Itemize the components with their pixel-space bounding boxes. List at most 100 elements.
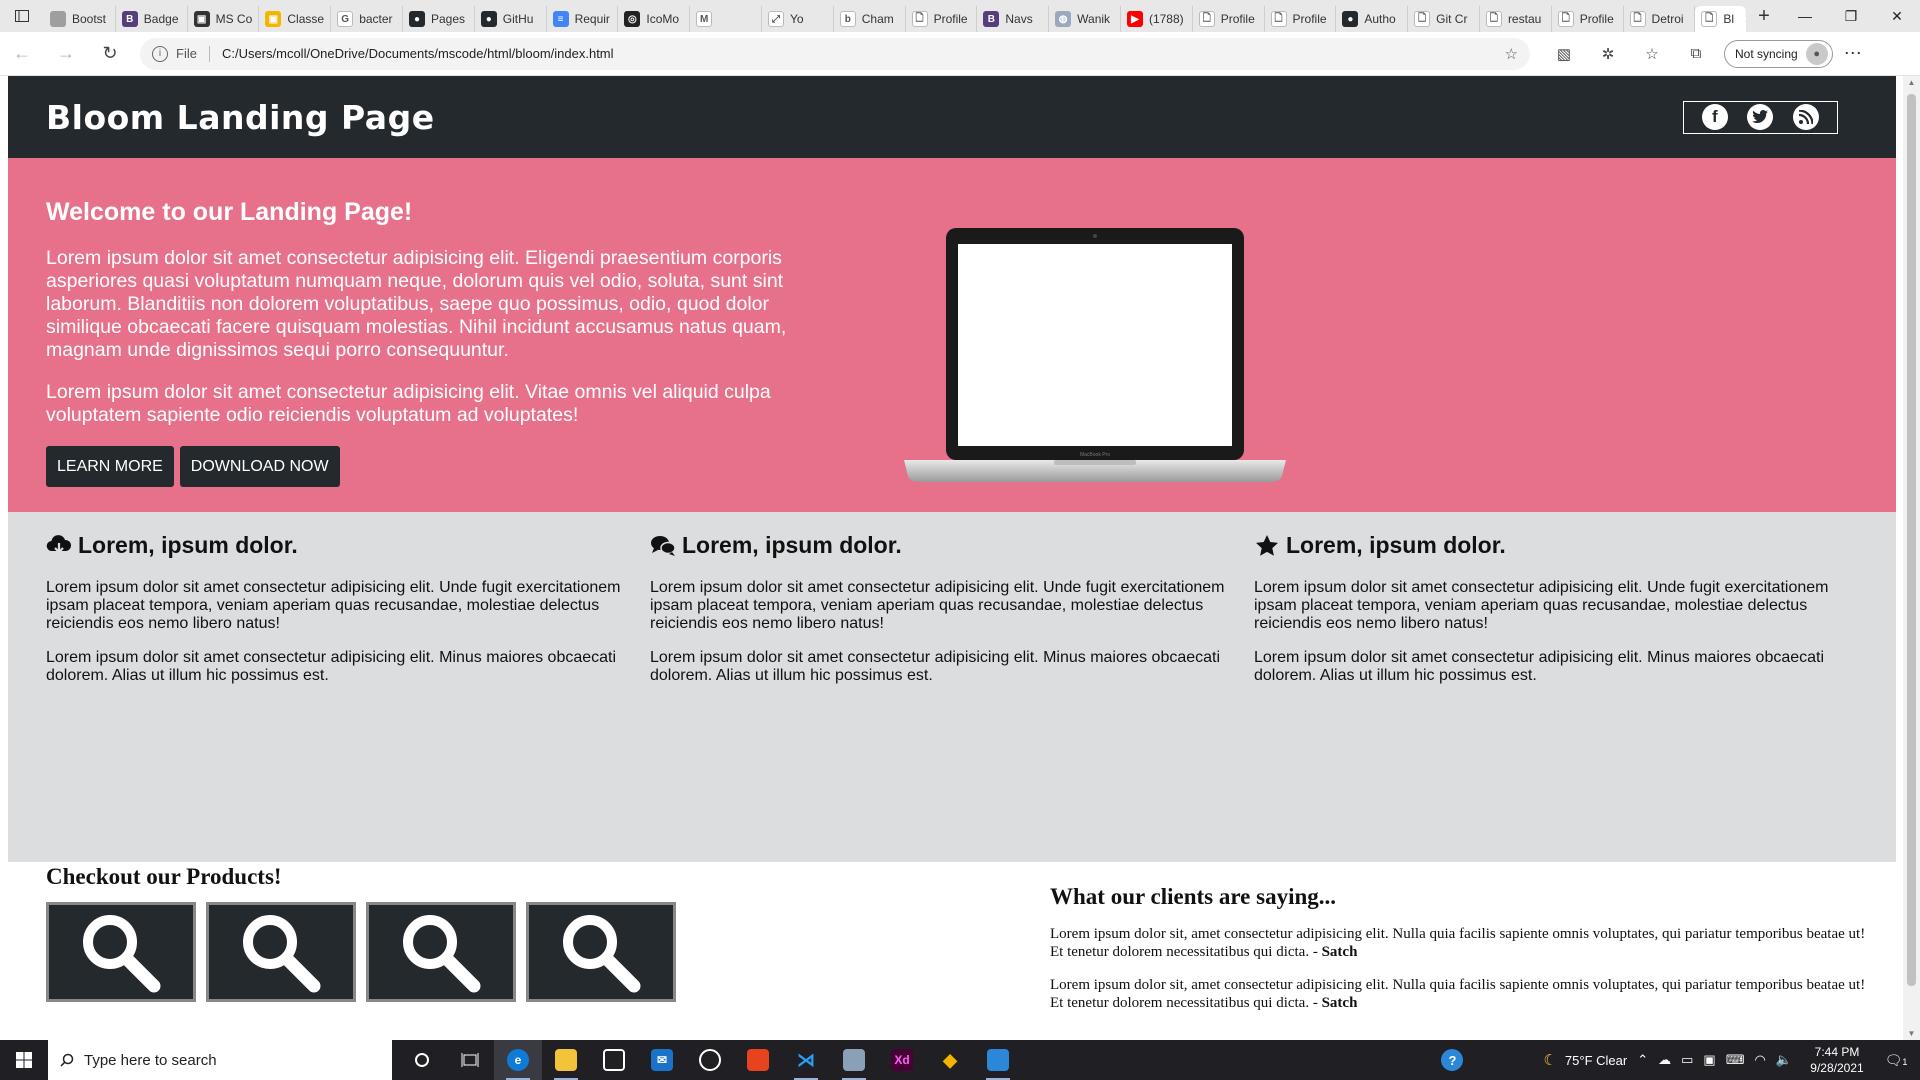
download-now-button[interactable]: DOWNLOAD NOW: [179, 446, 340, 487]
twitter-icon[interactable]: [1747, 104, 1774, 130]
browser-tab[interactable]: ▣ MS Co: [188, 6, 260, 32]
tray-chevron-icon[interactable]: ⌃: [1637, 1052, 1648, 1068]
product-card[interactable]: [526, 902, 676, 1002]
refresh-button[interactable]: ↻: [88, 32, 132, 76]
browser-tab[interactable]: 🗋 Profile: [1552, 6, 1624, 32]
browser-tab[interactable]: 🗋 Profile: [1193, 6, 1265, 32]
taskbar-app[interactable]: [974, 1040, 1022, 1080]
moon-icon: ☾: [1543, 1052, 1557, 1069]
taskbar-apps: e ✉ ⋊ Xd ◆: [398, 1040, 1022, 1080]
task-view-button[interactable]: [446, 1040, 494, 1080]
meet-now-icon[interactable]: ▣: [1703, 1052, 1715, 1068]
taskbar-store[interactable]: [590, 1040, 638, 1080]
product-card[interactable]: [46, 902, 196, 1002]
close-window-button[interactable]: ✕: [1874, 0, 1920, 32]
restore-button[interactable]: ❐: [1828, 0, 1874, 32]
browser-tab[interactable]: ▣ Classe: [259, 6, 332, 32]
hero-section: Welcome to our Landing Page! Lorem ipsum…: [8, 158, 1896, 512]
add-favorite-icon[interactable]: ☆: [1505, 45, 1518, 63]
extension-icon[interactable]: ▧: [1542, 45, 1586, 63]
quote-text: Lorem ipsum dolor sit, amet consectetur …: [1050, 926, 1866, 960]
laptop-image: MacBook Pro: [904, 228, 1286, 482]
taskbar-edge[interactable]: e: [494, 1040, 542, 1080]
feature-heading: Lorem, ipsum dolor.: [1254, 532, 1834, 559]
tab-label: Bl: [1723, 12, 1734, 26]
onedrive-icon[interactable]: ☁: [1658, 1052, 1671, 1068]
browser-tab[interactable]: Bootst: [44, 6, 116, 32]
browser-tab[interactable]: 🗋 Git Cr: [1408, 6, 1480, 32]
product-card[interactable]: [206, 902, 356, 1002]
product-card[interactable]: [366, 902, 516, 1002]
browser-tab[interactable]: ● Pages: [403, 6, 475, 32]
browser-tab[interactable]: 🗋 Detroi: [1624, 6, 1696, 32]
scrollbar-thumb[interactable]: [1907, 94, 1916, 986]
cortana-button[interactable]: [398, 1040, 446, 1080]
github-icon: ●: [1342, 11, 1359, 27]
browser-tab[interactable]: B Badge: [116, 6, 188, 32]
collections-icon[interactable]: ⧉: [1674, 45, 1718, 62]
extensions-puzzle-icon[interactable]: ✲: [1586, 45, 1630, 63]
browser-tab[interactable]: ● Autho: [1336, 6, 1409, 32]
browser-tab[interactable]: 🗋 Profile: [1265, 6, 1337, 32]
feature-column: Lorem, ipsum dolor. Lorem ipsum dolor si…: [1254, 532, 1834, 701]
info-icon[interactable]: i: [152, 45, 168, 62]
forward-button[interactable]: →: [44, 32, 88, 76]
notification-center-button[interactable]: 🗨1: [1882, 1052, 1910, 1069]
minimize-button[interactable]: —: [1782, 0, 1828, 32]
tab-actions-button[interactable]: [0, 0, 44, 32]
hero-paragraph-1: Lorem ipsum dolor sit amet consectetur a…: [46, 247, 787, 361]
taskbar-adobe-xd[interactable]: Xd: [878, 1040, 926, 1080]
taskbar-file-explorer[interactable]: [542, 1040, 590, 1080]
browser-tab[interactable]: ⤢ Yo: [762, 6, 834, 32]
wifi-icon[interactable]: ◠: [1754, 1052, 1765, 1068]
browser-tab[interactable]: ≡ Requir: [547, 6, 619, 32]
browser-tab[interactable]: ● GitHu: [475, 6, 547, 32]
tab-label: GitHu: [502, 12, 534, 26]
browser-tab[interactable]: 🗋 restau: [1480, 6, 1552, 32]
google-icon: G: [337, 11, 354, 27]
cloud-download-icon: [46, 533, 72, 559]
rss-icon[interactable]: [1793, 104, 1820, 130]
taskbar-github-desktop[interactable]: [686, 1040, 734, 1080]
browser-tab[interactable]: 🗋 Profile: [906, 6, 978, 32]
browser-tab[interactable]: ◍ Wanik: [1049, 6, 1121, 32]
favorites-icon[interactable]: ☆: [1630, 45, 1674, 63]
facebook-icon[interactable]: f: [1701, 104, 1728, 130]
page-scrollbar[interactable]: ▲ ▼: [1903, 76, 1920, 1040]
browser-tab[interactable]: Gbacter: [331, 6, 403, 32]
taskbar-office[interactable]: [734, 1040, 782, 1080]
help-icon[interactable]: ?: [1441, 1049, 1464, 1071]
browser-tab[interactable]: ▶ (1788): [1121, 6, 1193, 32]
address-url[interactable]: C:/Users/mcoll/OneDrive/Documents/mscode…: [222, 46, 1505, 61]
youtube-icon: ▶: [1126, 11, 1143, 27]
profile-sync-button[interactable]: Not syncing ●: [1724, 39, 1833, 68]
browser-tab[interactable]: M: [690, 6, 762, 32]
search-placeholder: Type here to search: [84, 1051, 217, 1069]
scroll-down-icon[interactable]: ▼: [1903, 1029, 1920, 1038]
learn-more-button[interactable]: LEARN MORE: [46, 446, 174, 487]
new-tab-button[interactable]: +: [1746, 5, 1782, 28]
volume-icon[interactable]: 🔈: [1776, 1052, 1792, 1068]
address-bar[interactable]: i File C:/Users/mcoll/OneDrive/Documents…: [140, 37, 1530, 70]
taskbar-search-box[interactable]: Type here to search: [48, 1040, 392, 1080]
tab-active[interactable]: 🗋Bl✕: [1695, 6, 1746, 32]
taskbar-git[interactable]: ◆: [926, 1040, 974, 1080]
battery-icon[interactable]: ▭: [1681, 1052, 1693, 1068]
search-icon: [563, 915, 641, 993]
browser-tab[interactable]: ◎ IcoMo: [618, 6, 691, 32]
back-button[interactable]: ←: [0, 32, 44, 76]
taskbar-mail[interactable]: ✉: [638, 1040, 686, 1080]
testimonial-quote: Lorem ipsum dolor sit, amet consectetur …: [1050, 976, 1870, 1012]
taskbar-vscode[interactable]: ⋊: [782, 1040, 830, 1080]
start-button[interactable]: [0, 1040, 48, 1080]
browser-tab[interactable]: b Cham: [834, 6, 906, 32]
keyboard-icon[interactable]: ⌨: [1726, 1052, 1745, 1068]
scroll-up-icon[interactable]: ▲: [1903, 78, 1920, 87]
taskbar-clock[interactable]: 7:44 PM 9/28/2021: [1802, 1044, 1872, 1076]
feature-text-1: Lorem ipsum dolor sit amet consectetur a…: [1254, 579, 1829, 632]
weather-widget[interactable]: ☾ 75°F Clear: [1543, 1051, 1627, 1069]
file-icon: 🗋: [1629, 11, 1646, 27]
settings-more-button[interactable]: ⋯: [1833, 43, 1873, 64]
browser-tab[interactable]: B Navs: [977, 6, 1050, 32]
taskbar-app-window[interactable]: [830, 1040, 878, 1080]
